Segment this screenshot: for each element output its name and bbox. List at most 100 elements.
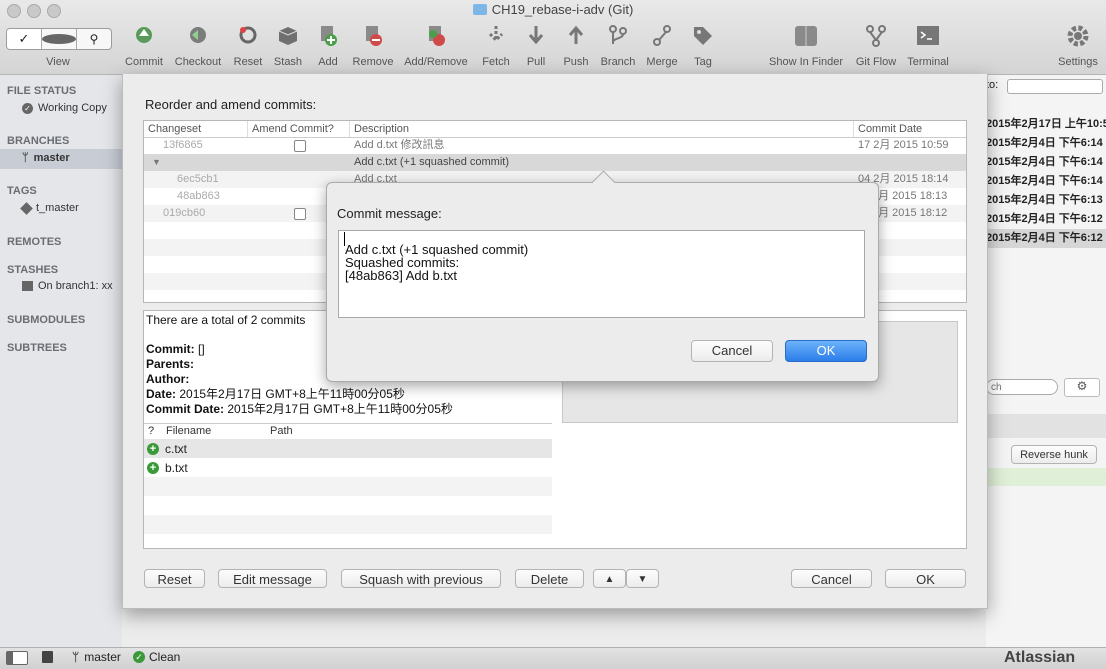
- sidebar-header-stashes: STASHES: [7, 264, 59, 276]
- tag-label: Tag: [694, 56, 712, 68]
- amend-checkbox[interactable]: [294, 140, 306, 152]
- show-in-finder-button[interactable]: Show In Finder: [764, 22, 848, 68]
- sidebar-item-working-copy[interactable]: ✓ Working Copy: [22, 102, 107, 114]
- terminal-icon: [917, 26, 939, 45]
- commit-icon: [136, 27, 152, 43]
- column-header-filename[interactable]: Filename: [166, 425, 211, 437]
- fetch-icon: [488, 26, 504, 43]
- reverse-hunk-button[interactable]: Reverse hunk: [1011, 445, 1097, 464]
- terminal-label: Terminal: [907, 56, 949, 68]
- history-date: 2015年2月4日 下午6:14: [986, 156, 1103, 168]
- clean-check-icon: ✓: [133, 651, 145, 663]
- row-date: 2月 2015 18:12: [872, 207, 948, 219]
- commit-message-label: Commit message:: [337, 206, 442, 221]
- move-down-button[interactable]: ▼: [626, 569, 659, 588]
- terminal-button[interactable]: Terminal: [902, 22, 954, 68]
- ok-button[interactable]: OK: [885, 569, 966, 588]
- commit-message-textarea[interactable]: Add c.txt (+1 squashed commit) Squashed …: [338, 230, 865, 318]
- column-header-amend[interactable]: Amend Commit?: [248, 121, 350, 137]
- tag-button[interactable]: Tag: [677, 22, 729, 68]
- pull-icon: [528, 26, 544, 45]
- file-row[interactable]: + c.txt: [144, 439, 552, 458]
- amend-checkbox[interactable]: [294, 208, 306, 220]
- file-row-empty: [144, 515, 552, 534]
- edit-message-button[interactable]: Edit message: [218, 569, 327, 588]
- row-changeset: 13f6865: [163, 139, 203, 151]
- column-header-commit-date[interactable]: Commit Date: [854, 121, 966, 137]
- add-remove-button[interactable]: Add/Remove: [403, 22, 469, 68]
- row-date: 17 2月 2015 10:59: [858, 139, 949, 151]
- row-date: 2月 2015 18:13: [872, 190, 948, 202]
- sidebar-item-label: On branch1: xx: [38, 280, 113, 292]
- delete-button[interactable]: Delete: [515, 569, 584, 588]
- tag-icon: [20, 201, 33, 215]
- commit-button[interactable]: Commit: [118, 22, 170, 68]
- files-table-header: ? Filename Path: [144, 423, 552, 440]
- commit-value: []: [198, 342, 205, 356]
- checkmark-view-icon[interactable]: ✓: [7, 29, 42, 49]
- date-label: Date:: [146, 387, 177, 401]
- add-icon: [321, 26, 337, 46]
- atlassian-logo: Atlassian: [1004, 649, 1076, 666]
- branch-icon: [609, 25, 627, 44]
- row-description: Add c.txt (+1 squashed commit): [354, 156, 509, 168]
- sidebar-toggle-icon[interactable]: [6, 651, 28, 665]
- storage-icon[interactable]: [42, 651, 53, 663]
- reset-icon: [239, 26, 257, 44]
- sheet-title: Reorder and amend commits:: [145, 97, 317, 112]
- added-file-icon: +: [147, 461, 159, 474]
- settings-label: Settings: [1058, 56, 1098, 68]
- column-header-changeset[interactable]: Changeset: [144, 121, 248, 137]
- sidebar: FILE STATUS ✓ Working Copy BRANCHES ᛘ ma…: [0, 75, 122, 647]
- push-icon: [568, 25, 584, 44]
- history-date: 2015年2月4日 下午6:14: [986, 175, 1103, 187]
- column-header-description[interactable]: Description: [350, 121, 854, 137]
- column-header-path[interactable]: Path: [270, 425, 293, 437]
- move-up-button[interactable]: ▲: [593, 569, 626, 588]
- show-in-finder-label: Show In Finder: [769, 56, 843, 68]
- search-input[interactable]: [986, 379, 1058, 395]
- settings-button[interactable]: Settings: [1052, 22, 1104, 68]
- sidebar-item-tag[interactable]: t_master: [20, 201, 79, 215]
- view-segmented-control[interactable]: ✓ ⚲: [6, 28, 112, 50]
- added-file-icon: +: [147, 442, 159, 455]
- commit-label: Commit: [125, 56, 163, 68]
- file-row[interactable]: + b.txt: [144, 458, 552, 477]
- parents-label: Parents:: [146, 357, 195, 371]
- commit-label: Commit:: [146, 342, 195, 356]
- popover-cancel-button[interactable]: Cancel: [691, 340, 773, 362]
- sidebar-item-label: t_master: [36, 202, 79, 214]
- sidebar-header-tags: TAGS: [7, 185, 37, 197]
- folder-icon: [472, 4, 487, 15]
- column-header-status[interactable]: ?: [148, 425, 154, 437]
- branch-icon: ᛘ: [72, 650, 80, 664]
- log-view-icon[interactable]: [42, 29, 77, 49]
- checkout-button[interactable]: Checkout: [172, 22, 224, 68]
- sidebar-item-stash[interactable]: On branch1: xx: [22, 280, 113, 292]
- reset-button[interactable]: Reset: [144, 569, 205, 588]
- git-flow-label: Git Flow: [855, 56, 897, 68]
- add-remove-icon: [429, 26, 445, 46]
- table-row[interactable]: 13f6865 Add d.txt 修改訊息 17 2月 2015 10:59: [144, 137, 966, 154]
- cancel-button[interactable]: Cancel: [791, 569, 872, 588]
- popover-ok-button[interactable]: OK: [785, 340, 867, 362]
- checkout-label: Checkout: [174, 56, 222, 68]
- row-changeset: 48ab863: [177, 190, 220, 202]
- sidebar-header-submodules: SUBMODULES: [7, 314, 86, 326]
- remove-icon: [366, 26, 382, 46]
- date-value: 2015年2月17日 GMT+8上午11時00分05秒: [179, 387, 405, 401]
- search-view-icon[interactable]: ⚲: [77, 29, 111, 49]
- goto-select[interactable]: [1007, 79, 1103, 94]
- table-row-squash-group[interactable]: ▼ Add c.txt (+1 squashed commit): [144, 154, 966, 171]
- commit-date-value: 2015年2月17日 GMT+8上午11時00分05秒: [227, 402, 453, 416]
- sidebar-item-master[interactable]: ᛘ master: [22, 152, 70, 164]
- gear-menu-button[interactable]: ⚙: [1064, 378, 1100, 397]
- gear-icon: [1067, 25, 1089, 47]
- squash-with-previous-button[interactable]: Squash with previous: [341, 569, 501, 588]
- status-bar: ᛘ master ✓ Clean Atlassian: [0, 647, 1106, 669]
- window-title: CH19_rebase-i-adv (Git): [0, 2, 1106, 17]
- remove-button[interactable]: Remove: [347, 22, 399, 68]
- disclosure-triangle-icon[interactable]: ▼: [152, 154, 161, 171]
- finder-icon: [795, 26, 817, 46]
- git-flow-button[interactable]: Git Flow: [850, 22, 902, 68]
